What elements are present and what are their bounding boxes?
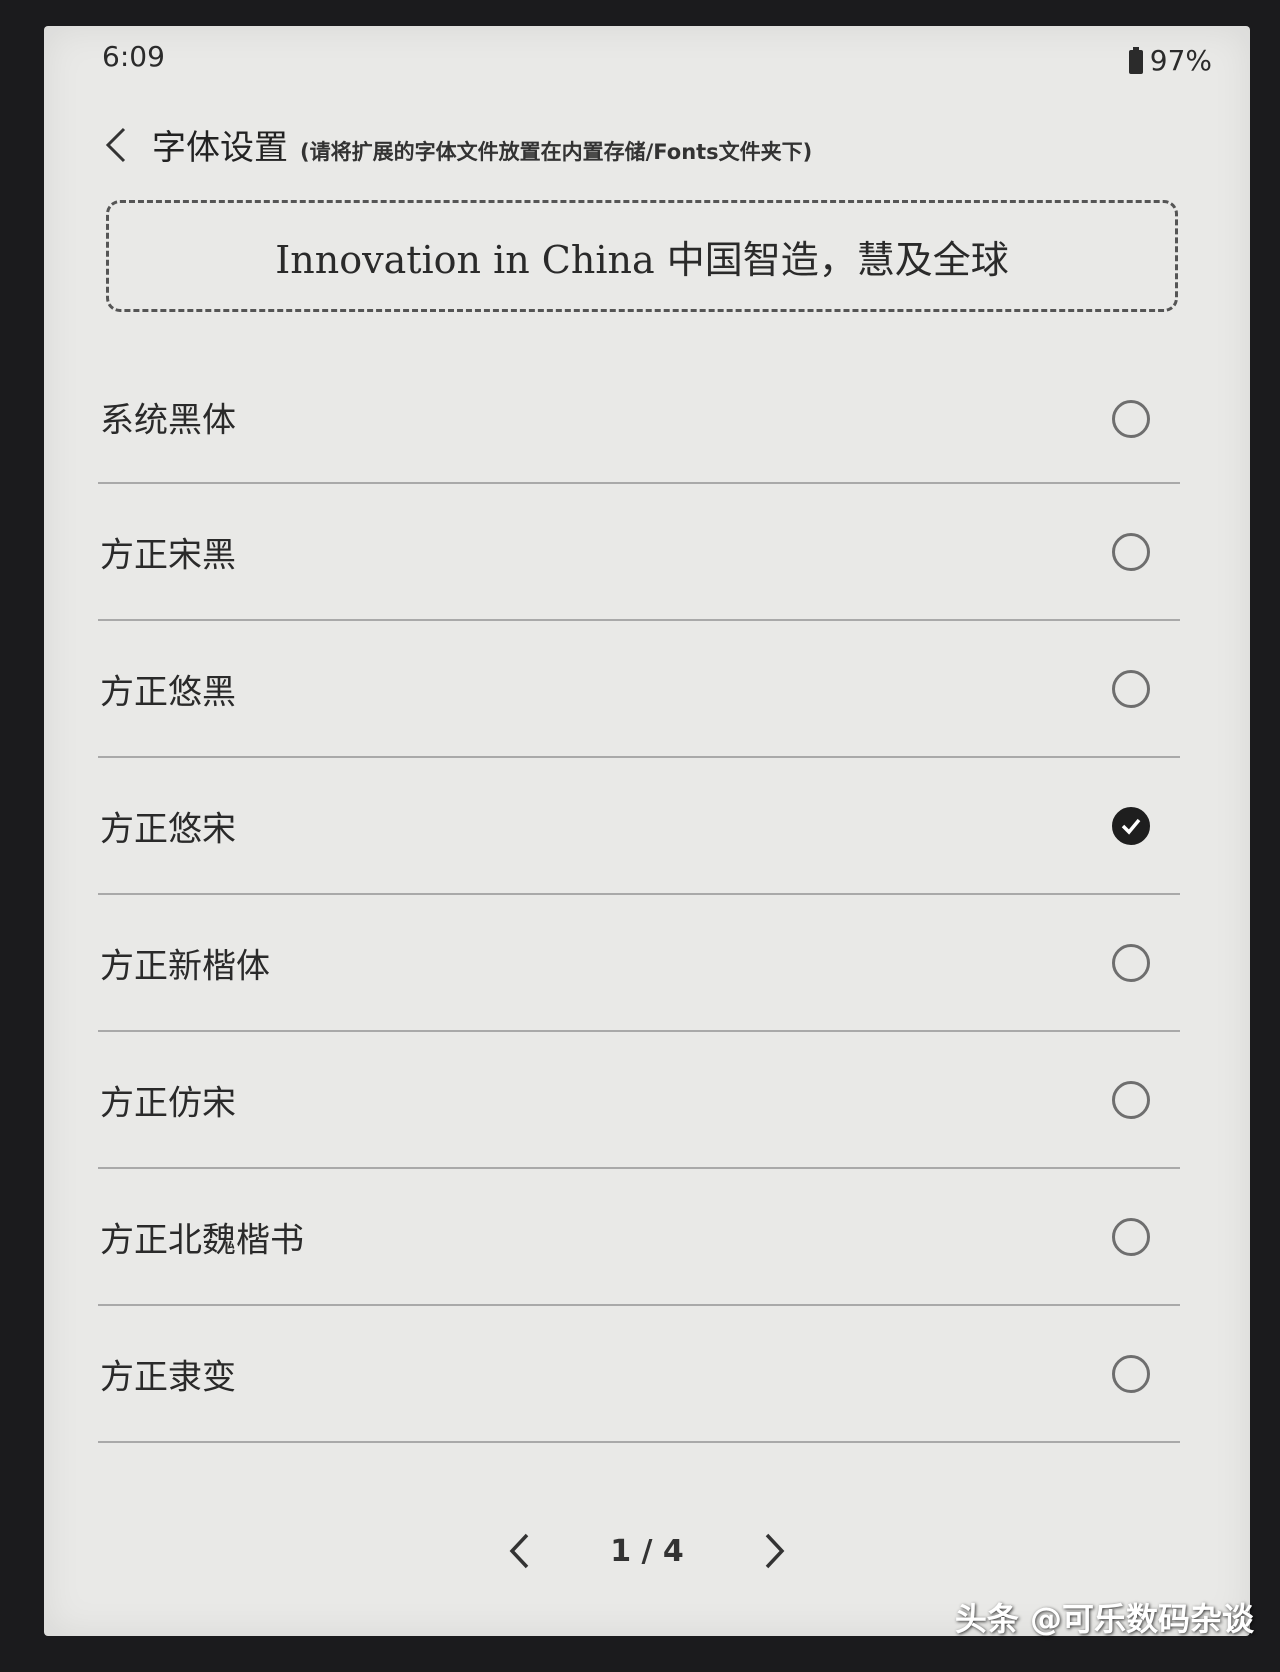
font-option-label: 方正悠宋 <box>100 809 236 849</box>
font-option-row[interactable]: 方正悠黑 <box>98 621 1180 758</box>
font-list: 系统黑体 方正宋黑 方正悠黑 方正悠宋 方正新楷体 方正仿宋 方正北魏楷书 方正… <box>98 370 1180 1443</box>
font-preview-text: Innovation in China 中国智造，慧及全球 <box>275 237 1009 282</box>
radio-unchecked-icon[interactable] <box>1112 1080 1150 1119</box>
font-option-row[interactable]: 系统黑体 <box>98 370 1180 484</box>
font-option-row-selected[interactable]: 方正悠宋 <box>98 758 1180 895</box>
font-folder-hint: (请将扩展的字体文件放置在内置存储/Fonts文件夹下) <box>300 140 813 164</box>
prev-page-button[interactable] <box>500 1526 540 1576</box>
font-option-label: 方正新楷体 <box>100 946 270 986</box>
radio-unchecked-icon[interactable] <box>1112 1354 1150 1393</box>
chevron-right-icon <box>765 1533 785 1569</box>
font-option-label: 方正仿宋 <box>100 1083 236 1123</box>
font-option-label: 方正宋黑 <box>100 535 236 575</box>
battery-percent: 97% <box>1149 44 1212 77</box>
radio-unchecked-icon[interactable] <box>1112 669 1150 708</box>
font-option-row[interactable]: 方正新楷体 <box>98 895 1180 1032</box>
watermark: 头条 @可乐数码杂谈 <box>954 1600 1254 1638</box>
chevron-left-icon <box>509 1533 529 1569</box>
radio-checked-icon[interactable] <box>1112 806 1150 845</box>
status-time: 6:09 <box>102 40 165 73</box>
pagination: 1 / 4 <box>44 1526 1250 1576</box>
battery-icon <box>1128 46 1143 74</box>
font-option-label: 方正北魏楷书 <box>100 1220 304 1260</box>
font-option-row[interactable]: 方正隶变 <box>98 1306 1180 1443</box>
font-preview-box: Innovation in China 中国智造，慧及全球 <box>106 200 1178 312</box>
checkmark-icon <box>1121 818 1141 835</box>
radio-unchecked-icon[interactable] <box>1112 400 1150 439</box>
font-option-label: 方正悠黑 <box>100 672 236 712</box>
font-option-row[interactable]: 方正北魏楷书 <box>98 1169 1180 1306</box>
back-chevron-icon[interactable] <box>102 125 132 165</box>
page-title: 字体设置 <box>152 128 288 168</box>
page-indicator: 1 / 4 <box>610 1533 684 1569</box>
radio-unchecked-icon[interactable] <box>1112 532 1150 571</box>
radio-unchecked-icon[interactable] <box>1112 943 1150 982</box>
font-option-row[interactable]: 方正仿宋 <box>98 1032 1180 1169</box>
next-page-button[interactable] <box>754 1526 794 1576</box>
font-option-label: 系统黑体 <box>100 400 236 441</box>
page-header: 字体设置 (请将扩展的字体文件放置在内置存储/Fonts文件夹下) <box>102 120 812 169</box>
battery-status: 97% <box>1128 44 1212 77</box>
e-reader-screen: 6:09 97% 字体设置 (请将扩展的字体文件放置在内置存储/Fonts文件夹… <box>44 26 1250 1636</box>
font-option-row[interactable]: 方正宋黑 <box>98 484 1180 621</box>
font-option-label: 方正隶变 <box>100 1357 236 1397</box>
radio-unchecked-icon[interactable] <box>1112 1217 1150 1256</box>
